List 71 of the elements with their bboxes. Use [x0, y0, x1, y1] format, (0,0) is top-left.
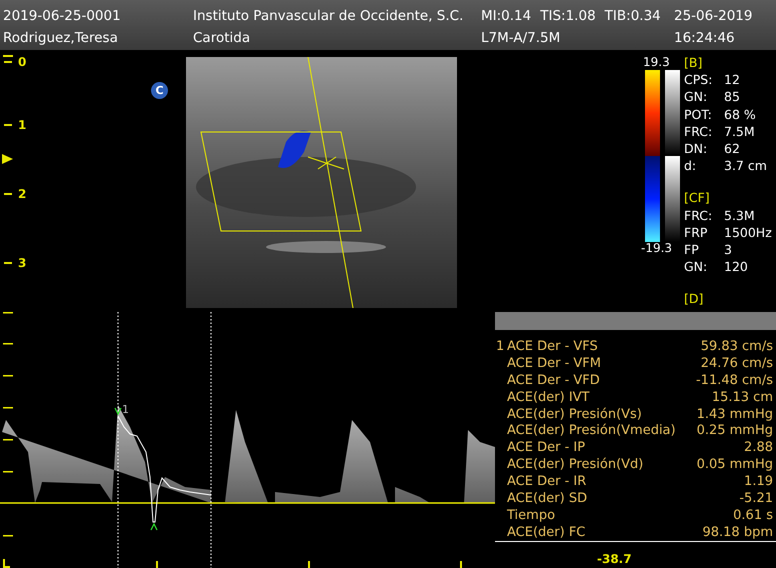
scale-max-label: 19.3 [643, 55, 670, 69]
exam-id: 2019-06-25-0001 [3, 8, 122, 24]
parameter-label: d: [684, 157, 698, 174]
parameter-value: 5.3M [724, 206, 755, 224]
measurement-value: 0.05 mmHg [696, 457, 773, 472]
parameter-value: 12 [724, 71, 740, 88]
parameter-value: 3.7 cm [724, 157, 767, 174]
measurement-value: -5.21 [739, 490, 773, 506]
patient-name: Rodriguez,Teresa [3, 30, 119, 46]
measurement-value: 24.76 cm/s [700, 356, 773, 371]
parameter-value: 85 [724, 88, 740, 106]
parameter-label: DN: [684, 140, 708, 158]
parameter-label: CPS: [684, 71, 714, 88]
parameter-label: FP [684, 241, 700, 258]
exam-time: 16:24:46 [674, 30, 736, 46]
cursor-label: 1 [122, 403, 129, 416]
measurement-name: ACE Der - VFM [507, 356, 602, 371]
institution-name: Instituto Panvascular de Occidente, S.C. [193, 8, 464, 24]
parameter-value: 1500Hz [724, 224, 772, 242]
measurement-name: ACE(der) SD [507, 490, 588, 506]
focus-marker-icon [2, 153, 14, 165]
parameter-group-heading: [B] [684, 54, 704, 72]
measurement-value: 15.13 cm [712, 390, 773, 405]
measurement-value: 98.18 bpm [702, 524, 773, 540]
parameter-value: 7.5M [724, 122, 755, 140]
parameter-label: GN: [684, 258, 708, 276]
depth-label: 0 [18, 55, 26, 69]
exam-date: 25-06-2019 [674, 8, 754, 24]
measurement-name: ACE Der - VFD [507, 372, 601, 388]
probe-label: L7M-A/7.5M [481, 30, 562, 46]
parameter-label: FRC: [684, 206, 714, 224]
measurement-name: ACE Der - IR [507, 474, 588, 490]
depth-tick-icon [4, 192, 14, 196]
measurement-index: 1 [496, 338, 504, 354]
measurement-name: ACE(der) Presión(Vd) [507, 457, 644, 472]
scale-min-label: -19.3 [641, 241, 672, 255]
measurement-name: ACE Der - IP [507, 440, 586, 456]
measurement-value: 0.61 s [733, 508, 773, 523]
depth-label: 3 [18, 256, 26, 270]
measurement-name: ACE(der) Presión(Vs) [507, 406, 643, 422]
depth-label: 1 [18, 118, 26, 132]
measurement-name: ACE(der) Presión(Vmedia) [507, 423, 677, 438]
measurement-value: 1.19 [744, 474, 773, 490]
parameter-label: FRP [684, 224, 708, 242]
parameter-value: 68 % [724, 106, 756, 123]
parameter-value: 3 [724, 241, 732, 258]
parameter-label: FRC: [684, 122, 714, 140]
exam-type: Carotida [193, 30, 252, 46]
measurement-value: -11.48 cm/s [696, 372, 773, 388]
depth-tick-icon [4, 261, 14, 265]
measurement-name: ACE(der) FC [507, 524, 586, 540]
acoustic-index: TIB:0.34 [604, 8, 661, 24]
measurement-value: 1.43 mmHg [696, 406, 773, 422]
acoustic-index: TIS:1.08 [540, 8, 596, 24]
measurement-value: 0.25 mmHg [696, 423, 773, 438]
parameter-group-heading: [CF] [684, 189, 711, 207]
baseline-value: -38.7 [597, 552, 632, 566]
parameter-value: 120 [724, 258, 748, 276]
depth-label: 2 [18, 187, 26, 201]
measurement-value: 59.83 cm/s [700, 338, 773, 354]
mode-badge: C [151, 82, 168, 99]
measurement-name: ACE Der - VFS [507, 338, 599, 354]
acoustic-index: MI:0.14 [481, 8, 532, 24]
measurement-name: ACE(der) IVT [507, 390, 590, 405]
parameter-group-heading: [D] [684, 290, 704, 308]
parameter-value: 62 [724, 140, 740, 158]
parameter-label: POT: [684, 106, 713, 123]
depth-tick-icon [4, 123, 14, 127]
parameter-label: GN: [684, 88, 708, 106]
measurement-value: 2.88 [744, 440, 773, 456]
measurement-name: Tiempo [507, 508, 556, 523]
